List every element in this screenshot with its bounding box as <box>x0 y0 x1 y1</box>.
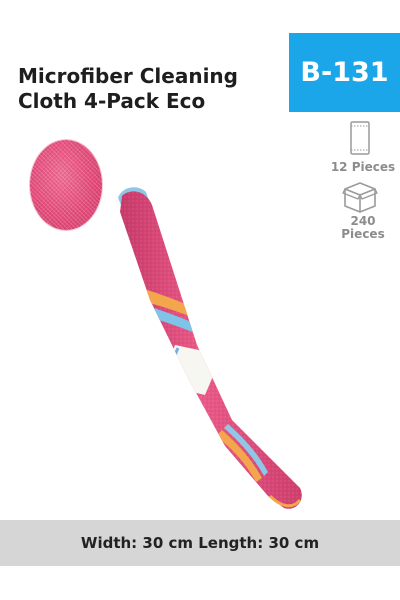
rolled-cloth-image <box>118 187 302 509</box>
dimensions-bar: Width: 30 cm Length: 30 cm <box>0 520 400 566</box>
label-band-stripe <box>161 347 180 384</box>
